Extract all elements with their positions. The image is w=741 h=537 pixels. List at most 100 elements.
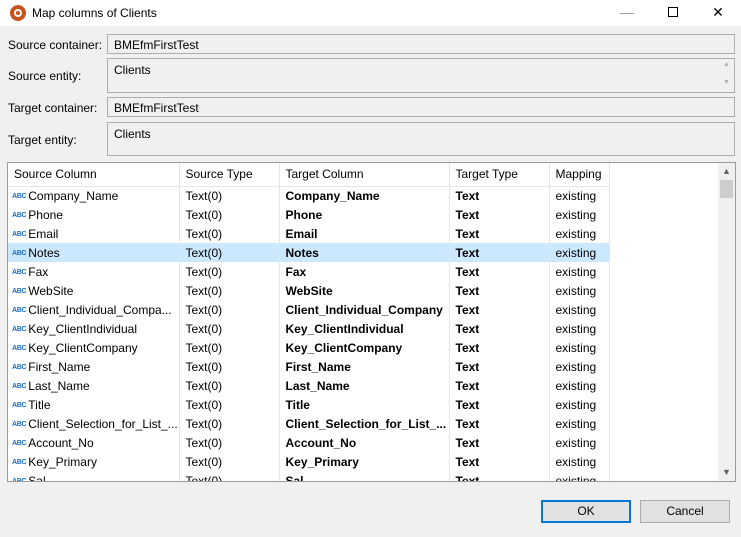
source-type-cell[interactable]: Text(0)	[179, 357, 280, 376]
mapping-cell[interactable]: existing	[549, 433, 610, 452]
source-type-cell[interactable]: Text(0)	[179, 319, 280, 338]
target-type-cell[interactable]: Text	[449, 205, 550, 224]
table-row[interactable]: ABC WebSite Text(0) WebSite Text existing	[8, 281, 610, 300]
table-row[interactable]: ABC Title Text(0) Title Text existing	[8, 395, 610, 414]
table-row[interactable]: ABC Key_ClientIndividual Text(0) Key_Client…	[8, 319, 610, 338]
target-column-cell[interactable]: Fax	[279, 262, 450, 281]
target-type-cell[interactable]: Text	[449, 281, 550, 300]
source-column-cell[interactable]: ABC WebSite	[8, 281, 180, 300]
mapping-cell[interactable]: existing	[549, 357, 610, 376]
table-row[interactable]: ABC Phone Text(0) Phone Text existing	[8, 205, 610, 224]
source-column-cell[interactable]: ABC Company_Name	[8, 186, 180, 205]
source-type-cell[interactable]: Text(0)	[179, 376, 280, 395]
vertical-scrollbar[interactable]: ▲ ▼	[718, 163, 735, 481]
header-target-column[interactable]: Target Column	[279, 163, 450, 187]
table-row[interactable]: ABC Sal... Text(0) Sal... Text existing	[8, 471, 610, 481]
source-type-cell[interactable]: Text(0)	[179, 433, 280, 452]
target-type-cell[interactable]: Text	[449, 414, 550, 433]
target-column-cell[interactable]: Client_Selection_for_List_...	[279, 414, 450, 433]
mapping-cell[interactable]: existing	[549, 338, 610, 357]
table-row[interactable]: ABC Email Text(0) Email Text existing	[8, 224, 610, 243]
source-column-cell[interactable]: ABC Email	[8, 224, 180, 243]
target-type-cell[interactable]: Text	[449, 262, 550, 281]
table-row[interactable]: ABC Company_Name Text(0) Company_Name Text ex…	[8, 186, 610, 205]
target-column-cell[interactable]: Title	[279, 395, 450, 414]
target-column-cell[interactable]: Key_Primary	[279, 452, 450, 471]
source-column-cell[interactable]: ABC Key_ClientIndividual	[8, 319, 180, 338]
source-type-cell[interactable]: Text(0)	[179, 452, 280, 471]
source-entity-field[interactable]: Clients ▲ ▼	[107, 58, 735, 93]
ok-button[interactable]: OK	[541, 500, 631, 523]
target-type-cell[interactable]: Text	[449, 224, 550, 243]
header-target-type[interactable]: Target Type	[449, 163, 550, 187]
mapping-cell[interactable]: existing	[549, 205, 610, 224]
target-type-cell[interactable]: Text	[449, 186, 550, 205]
mapping-cell[interactable]: existing	[549, 319, 610, 338]
header-source-column[interactable]: Source Column	[8, 163, 180, 187]
header-mapping[interactable]: Mapping	[549, 163, 610, 187]
table-row[interactable]: ABC Client_Selection_for_List_... Text(0) C…	[8, 414, 610, 433]
mapping-cell[interactable]: existing	[549, 395, 610, 414]
mapping-cell[interactable]: existing	[549, 300, 610, 319]
mapping-cell[interactable]: existing	[549, 224, 610, 243]
target-column-cell[interactable]: Client_Individual_Company	[279, 300, 450, 319]
target-column-cell[interactable]: Notes	[279, 243, 450, 262]
table-row[interactable]: ABC First_Name Text(0) First_Name Text existi…	[8, 357, 610, 376]
table-row[interactable]: ABC Notes Text(0) Notes Text existing	[8, 243, 610, 262]
scroll-up-icon[interactable]: ▲	[718, 163, 735, 180]
scroll-thumb[interactable]	[720, 180, 733, 198]
target-column-cell[interactable]: Sal...	[279, 471, 450, 481]
table-row[interactable]: ABC Fax Text(0) Fax Text existing	[8, 262, 610, 281]
source-column-cell[interactable]: ABC First_Name	[8, 357, 180, 376]
source-type-cell[interactable]: Text(0)	[179, 471, 280, 481]
mapping-cell[interactable]: existing	[549, 186, 610, 205]
source-column-cell[interactable]: ABC Key_ClientCompany	[8, 338, 180, 357]
target-type-cell[interactable]: Text	[449, 357, 550, 376]
mapping-cell[interactable]: existing	[549, 243, 610, 262]
source-type-cell[interactable]: Text(0)	[179, 338, 280, 357]
target-type-cell[interactable]: Text	[449, 300, 550, 319]
minimize-button[interactable]: —	[604, 0, 650, 26]
target-container-field[interactable]: BMEfmFirstTest	[107, 97, 735, 117]
target-type-cell[interactable]: Text	[449, 395, 550, 414]
target-type-cell[interactable]: Text	[449, 319, 550, 338]
source-type-cell[interactable]: Text(0)	[179, 281, 280, 300]
target-type-cell[interactable]: Text	[449, 452, 550, 471]
source-type-cell[interactable]: Text(0)	[179, 186, 280, 205]
chevron-down-icon[interactable]: ▼	[722, 79, 731, 86]
table-row[interactable]: ABC Client_Individual_Compa... Text(0) Clie…	[8, 300, 610, 319]
table-row[interactable]: ABC Key_Primary Text(0) Key_Primary Text exis…	[8, 452, 610, 471]
target-column-cell[interactable]: Key_ClientCompany	[279, 338, 450, 357]
source-type-cell[interactable]: Text(0)	[179, 205, 280, 224]
source-type-cell[interactable]: Text(0)	[179, 414, 280, 433]
source-column-cell[interactable]: ABC Last_Name	[8, 376, 180, 395]
target-type-cell[interactable]: Text	[449, 243, 550, 262]
target-type-cell[interactable]: Text	[449, 376, 550, 395]
scroll-down-icon[interactable]: ▼	[718, 464, 735, 481]
source-column-cell[interactable]: ABC Fax	[8, 262, 180, 281]
maximize-button[interactable]	[650, 0, 696, 26]
source-container-field[interactable]: BMEfmFirstTest	[107, 34, 735, 54]
mapping-cell[interactable]: existing	[549, 281, 610, 300]
target-column-cell[interactable]: Account_No	[279, 433, 450, 452]
target-column-cell[interactable]: WebSite	[279, 281, 450, 300]
target-column-cell[interactable]: Key_ClientIndividual	[279, 319, 450, 338]
source-column-cell[interactable]: ABC Client_Individual_Compa...	[8, 300, 180, 319]
table-row[interactable]: ABC Account_No Text(0) Account_No Text existi…	[8, 433, 610, 452]
target-type-cell[interactable]: Text	[449, 433, 550, 452]
source-column-cell[interactable]: ABC Account_No	[8, 433, 180, 452]
target-type-cell[interactable]: Text	[449, 471, 550, 481]
mapping-cell[interactable]: existing	[549, 414, 610, 433]
source-column-cell[interactable]: ABC Sal...	[8, 471, 180, 481]
source-type-cell[interactable]: Text(0)	[179, 243, 280, 262]
target-column-cell[interactable]: Last_Name	[279, 376, 450, 395]
source-column-cell[interactable]: ABC Title	[8, 395, 180, 414]
mapping-cell[interactable]: existing	[549, 376, 610, 395]
header-source-type[interactable]: Source Type	[179, 163, 280, 187]
source-type-cell[interactable]: Text(0)	[179, 224, 280, 243]
source-column-cell[interactable]: ABC Client_Selection_for_List_...	[8, 414, 180, 433]
mapping-cell[interactable]: existing	[549, 452, 610, 471]
source-type-cell[interactable]: Text(0)	[179, 395, 280, 414]
source-column-cell[interactable]: ABC Phone	[8, 205, 180, 224]
chevron-up-icon[interactable]: ▲	[722, 61, 731, 68]
